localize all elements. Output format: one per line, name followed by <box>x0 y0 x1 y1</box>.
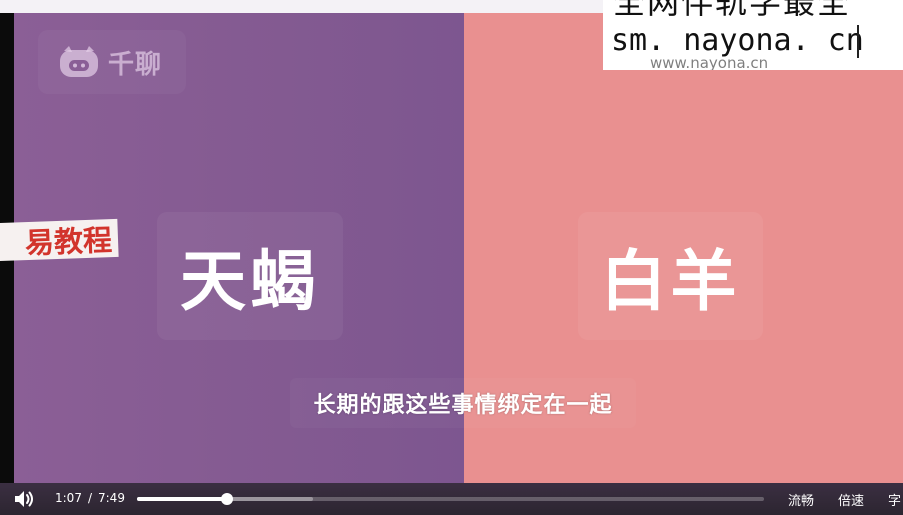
current-time: 1:07 <box>55 491 82 505</box>
speed-button[interactable]: 倍速 <box>838 490 864 509</box>
quality-button[interactable]: 流畅 <box>788 490 814 509</box>
video-caption: 长期的跟这些事情绑定在一起 <box>290 378 636 428</box>
obscured-watermark-text: www.nayona.cn <box>650 58 769 70</box>
logo-text: 千聊 <box>108 49 163 80</box>
progress-handle[interactable] <box>220 493 233 505</box>
time-separator: / <box>87 491 92 505</box>
caption-text: 长期的跟这些事情绑定在一起 <box>313 393 613 418</box>
video-player[interactable]: 千聊 易教程 天蝎 白羊 长期的跟这些事情绑定在一起 全网伴轨学最全 sm. n… <box>0 0 903 515</box>
channel-logo: 千聊 <box>38 30 186 94</box>
volume-icon[interactable] <box>12 488 36 510</box>
banner-text: 易教程 <box>24 223 113 261</box>
left-title: 天蝎 <box>180 243 320 320</box>
tutorial-banner: 易教程 <box>0 218 119 262</box>
progress-played <box>137 497 227 501</box>
watermark-url: sm. nayona. cn <box>611 23 864 58</box>
text-caret <box>857 25 859 58</box>
duration: 7:49 <box>98 491 125 505</box>
right-title: 白羊 <box>600 243 741 320</box>
watermark-top-line: 全网伴轨学最全 <box>613 0 852 21</box>
time-display: 1:07 / 7:49 <box>55 491 125 505</box>
subtitles-button[interactable]: 字 <box>888 490 901 509</box>
player-control-bar: 1:07 / 7:49 流畅 倍速 字 <box>0 483 903 515</box>
right-title-box: 白羊 <box>578 212 763 340</box>
progress-bar[interactable] <box>137 493 764 505</box>
pig-mascot-icon <box>58 45 100 79</box>
left-title-box: 天蝎 <box>157 212 343 340</box>
